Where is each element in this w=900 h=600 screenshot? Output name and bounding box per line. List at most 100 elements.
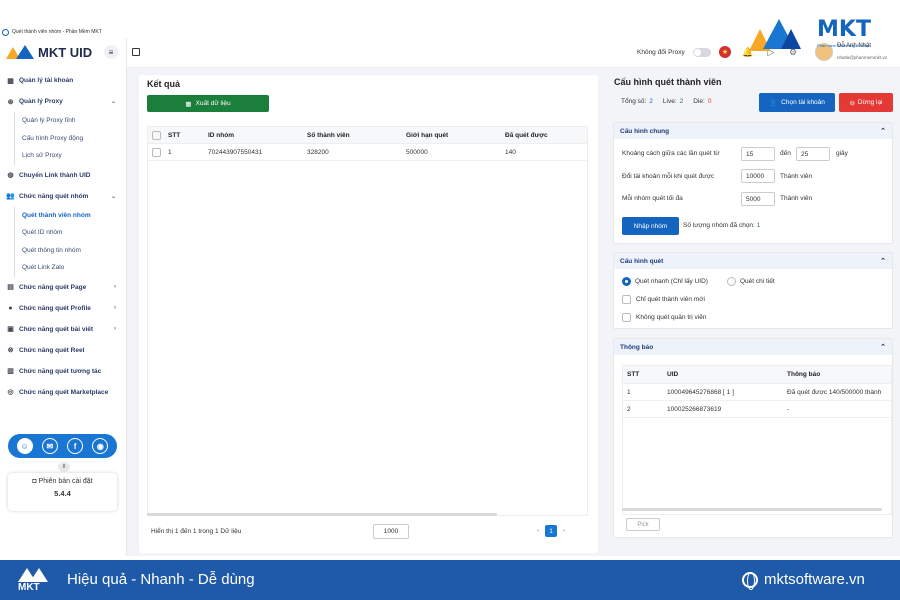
radio-selected-icon <box>622 277 631 286</box>
window-titlebar: Quét thành viên nhóm - Phần Mềm MKT <box>0 26 300 38</box>
profile-icon: ● <box>8 304 13 312</box>
switch-account-unit: Thành viên <box>780 173 813 180</box>
footer-slogan: Hiệu quả - Nhanh - Dễ dùng <box>67 571 255 588</box>
scan-config-header[interactable]: Cấu hình quét ⌃ <box>614 253 892 269</box>
proxy-toggle[interactable] <box>693 48 711 57</box>
brand-text: MKT <box>817 17 871 42</box>
app-icon <box>2 28 9 36</box>
switch-account-input[interactable]: 10000 <box>741 169 775 183</box>
vietnam-flag-icon[interactable]: ★ <box>719 46 731 58</box>
total-count: 2 <box>649 98 653 105</box>
general-config-panel: Cấu hình chung ⌃ Khoảng cách giữa các lầ… <box>613 122 893 244</box>
sidebar-item-group-members[interactable]: Quét thành viên nhóm <box>15 207 126 225</box>
sidebar-item-static-proxy[interactable]: Quản lý Proxy tĩnh <box>15 112 126 130</box>
messenger-icon[interactable]: ✉ <box>41 438 58 454</box>
notification-badge: 8 <box>58 462 70 472</box>
sidebar-item-group-scan[interactable]: 👥 Chức năng quét nhóm ⌄ <box>0 186 126 207</box>
prev-page-icon[interactable]: ‹ <box>537 528 539 534</box>
interaction-icon: ▥ <box>7 368 14 375</box>
chevron-up-icon[interactable]: ⌃ <box>880 343 886 351</box>
chevron-up-icon[interactable]: ⌃ <box>880 127 886 135</box>
sidebar-item-post-scan[interactable]: ▣ Chức năng quét bài viết › <box>0 319 126 340</box>
table-row[interactable]: 1 702443907550431 328200 500000 140 <box>148 144 587 161</box>
sidebar-item-zalo-link[interactable]: Quét Link Zalo <box>15 259 126 277</box>
radio-detail-scan[interactable]: Quét chi tiết <box>727 277 775 286</box>
sidebar-collapse-icon[interactable] <box>132 48 140 56</box>
chevron-down-icon: ⌄ <box>110 99 116 105</box>
post-icon: ▣ <box>7 326 14 333</box>
reel-icon: ⊗ <box>7 347 14 354</box>
chevron-right-icon: › <box>114 305 116 311</box>
proxy-submenu: Quản lý Proxy tĩnh Cấu hình Proxy động L… <box>14 112 126 165</box>
user-icon: 👤 <box>769 99 778 107</box>
selected-groups-label: Số lượng nhóm đã chọn: 1 <box>683 222 761 229</box>
delay-to-input[interactable]: 25 <box>796 147 830 161</box>
chevron-down-icon: ⌄ <box>110 193 116 200</box>
horizontal-scrollbar[interactable] <box>147 513 497 516</box>
notification-header[interactable]: Thông báo ⌃ <box>614 339 892 355</box>
table-row[interactable]: 1 100049645276868 [ 1 ] Đã quét được 140… <box>623 384 891 401</box>
next-page-icon[interactable]: › <box>563 528 565 534</box>
pick-button[interactable]: Pick <box>626 518 660 531</box>
footer-mkt-logo: MKT <box>14 566 54 594</box>
results-table: STT ID nhóm Số thành viên Giới hạn quét … <box>147 126 588 516</box>
menu-toggle-button[interactable]: ≡ <box>104 45 118 59</box>
results-title: Kết quả <box>147 79 181 89</box>
promo-footer-bar: MKT Hiệu quả - Nhanh - Dễ dùng mktsoftwa… <box>0 560 900 600</box>
sidebar-item-group-id[interactable]: Quét ID nhóm <box>15 224 126 242</box>
users-icon: 👥 <box>6 193 15 200</box>
brand-logo: MKT Phần mềm Marketing đa kênh <box>745 15 900 55</box>
sidebar-item-group-info[interactable]: Quét thông tin nhóm <box>15 242 126 260</box>
sidebar-item-dynamic-proxy[interactable]: Cấu hình Proxy động <box>15 130 126 148</box>
row-checkbox[interactable] <box>152 147 161 157</box>
delay-unit: giây <box>836 150 848 157</box>
sidebar-item-proxy-history[interactable]: Lịch sử Proxy <box>15 147 126 165</box>
user-email: nhatla@phanmemmkt.vn <box>837 55 888 60</box>
import-groups-button[interactable]: Nhập nhóm <box>622 217 679 235</box>
radio-fast-scan[interactable]: Quét nhanh (Chỉ lấy UID) <box>622 277 708 286</box>
page-size-select[interactable]: 1000 <box>373 524 409 539</box>
facebook-icon[interactable]: f <box>67 438 84 454</box>
col-scanned: Đã quét được <box>505 131 548 139</box>
globe-icon <box>742 571 758 590</box>
chevron-up-icon[interactable]: ⌃ <box>880 257 886 265</box>
chevron-right-icon: › <box>114 284 116 290</box>
sidebar-item-page-scan[interactable]: ▤ Chức năng quét Page › <box>0 277 126 298</box>
select-all-checkbox[interactable] <box>152 130 161 140</box>
current-page[interactable]: 1 <box>545 525 557 537</box>
globe-icon[interactable]: ◉ <box>92 438 109 454</box>
no-admin-checkbox[interactable]: Không quét quản trị viên <box>622 313 706 322</box>
link-icon: ◍ <box>7 172 14 179</box>
footer-site[interactable]: mktsoftware.vn <box>742 571 865 590</box>
pagination: ‹ 1 › <box>537 525 565 537</box>
group-submenu: Quét thành viên nhóm Quét ID nhóm Quét t… <box>14 206 126 277</box>
table-row[interactable]: 2 100025266873619 - <box>623 401 891 418</box>
general-config-header[interactable]: Cấu hình chung ⌃ <box>614 123 892 139</box>
chevron-right-icon: › <box>114 326 116 332</box>
version-number: 5.4.4 <box>54 489 71 498</box>
choose-account-button[interactable]: 👤 Chọn tài khoản <box>759 93 835 112</box>
stop-button[interactable]: ⊖ Dừng lại <box>839 93 893 112</box>
window-title: Quét thành viên nhóm - Phần Mềm MKT <box>12 29 102 35</box>
scan-config-panel: Cấu hình quét ⌃ Quét nhanh (Chỉ lấy UID)… <box>613 252 893 329</box>
sidebar-item-reel-scan[interactable]: ⊗ Chức năng quét Reel <box>0 340 126 361</box>
sidebar-item-link-to-uid[interactable]: ◍ Chuyển Link thành UID <box>0 165 126 186</box>
sidebar-item-proxy[interactable]: ⊛ Quản lý Proxy ⌄ <box>0 91 126 112</box>
max-per-group-input[interactable]: 5000 <box>741 192 775 206</box>
table-header: STT UID Thông báo <box>623 366 891 384</box>
sidebar-item-interaction-scan[interactable]: ▥ Chức năng quét tương tác <box>0 361 126 382</box>
proxy-toggle-label: Không đổi Proxy <box>637 49 685 56</box>
horizontal-scrollbar[interactable] <box>622 508 882 511</box>
sidebar-item-accounts[interactable]: ▦ Quản lý tài khoản <box>0 70 126 91</box>
only-new-checkbox[interactable]: Chỉ quét thành viên mới <box>622 295 705 304</box>
pagination-info: Hiển thị 1 đến 1 trong 1 Dữ liệu <box>151 528 242 535</box>
app-logo: MKT UID ≡ <box>0 38 126 66</box>
support-icon[interactable]: ☺ <box>16 438 33 454</box>
delay-from-input[interactable]: 15 <box>741 147 775 161</box>
account-counts: Tổng số: 2 Live: 2 Die: 0 <box>621 98 712 105</box>
results-panel: Kết quả ▦ Xuất dữ liệu STT ID nhóm Số th… <box>139 75 598 553</box>
export-button[interactable]: ▦ Xuất dữ liệu <box>147 95 269 112</box>
sidebar-item-marketplace-scan[interactable]: ◎ Chức năng quét Marketplace <box>0 382 126 403</box>
sidebar-item-profile-scan[interactable]: ● Chức năng quét Profile › <box>0 298 126 319</box>
switch-account-label: Đổi tài khoản mỗi khi quét được <box>622 173 715 180</box>
